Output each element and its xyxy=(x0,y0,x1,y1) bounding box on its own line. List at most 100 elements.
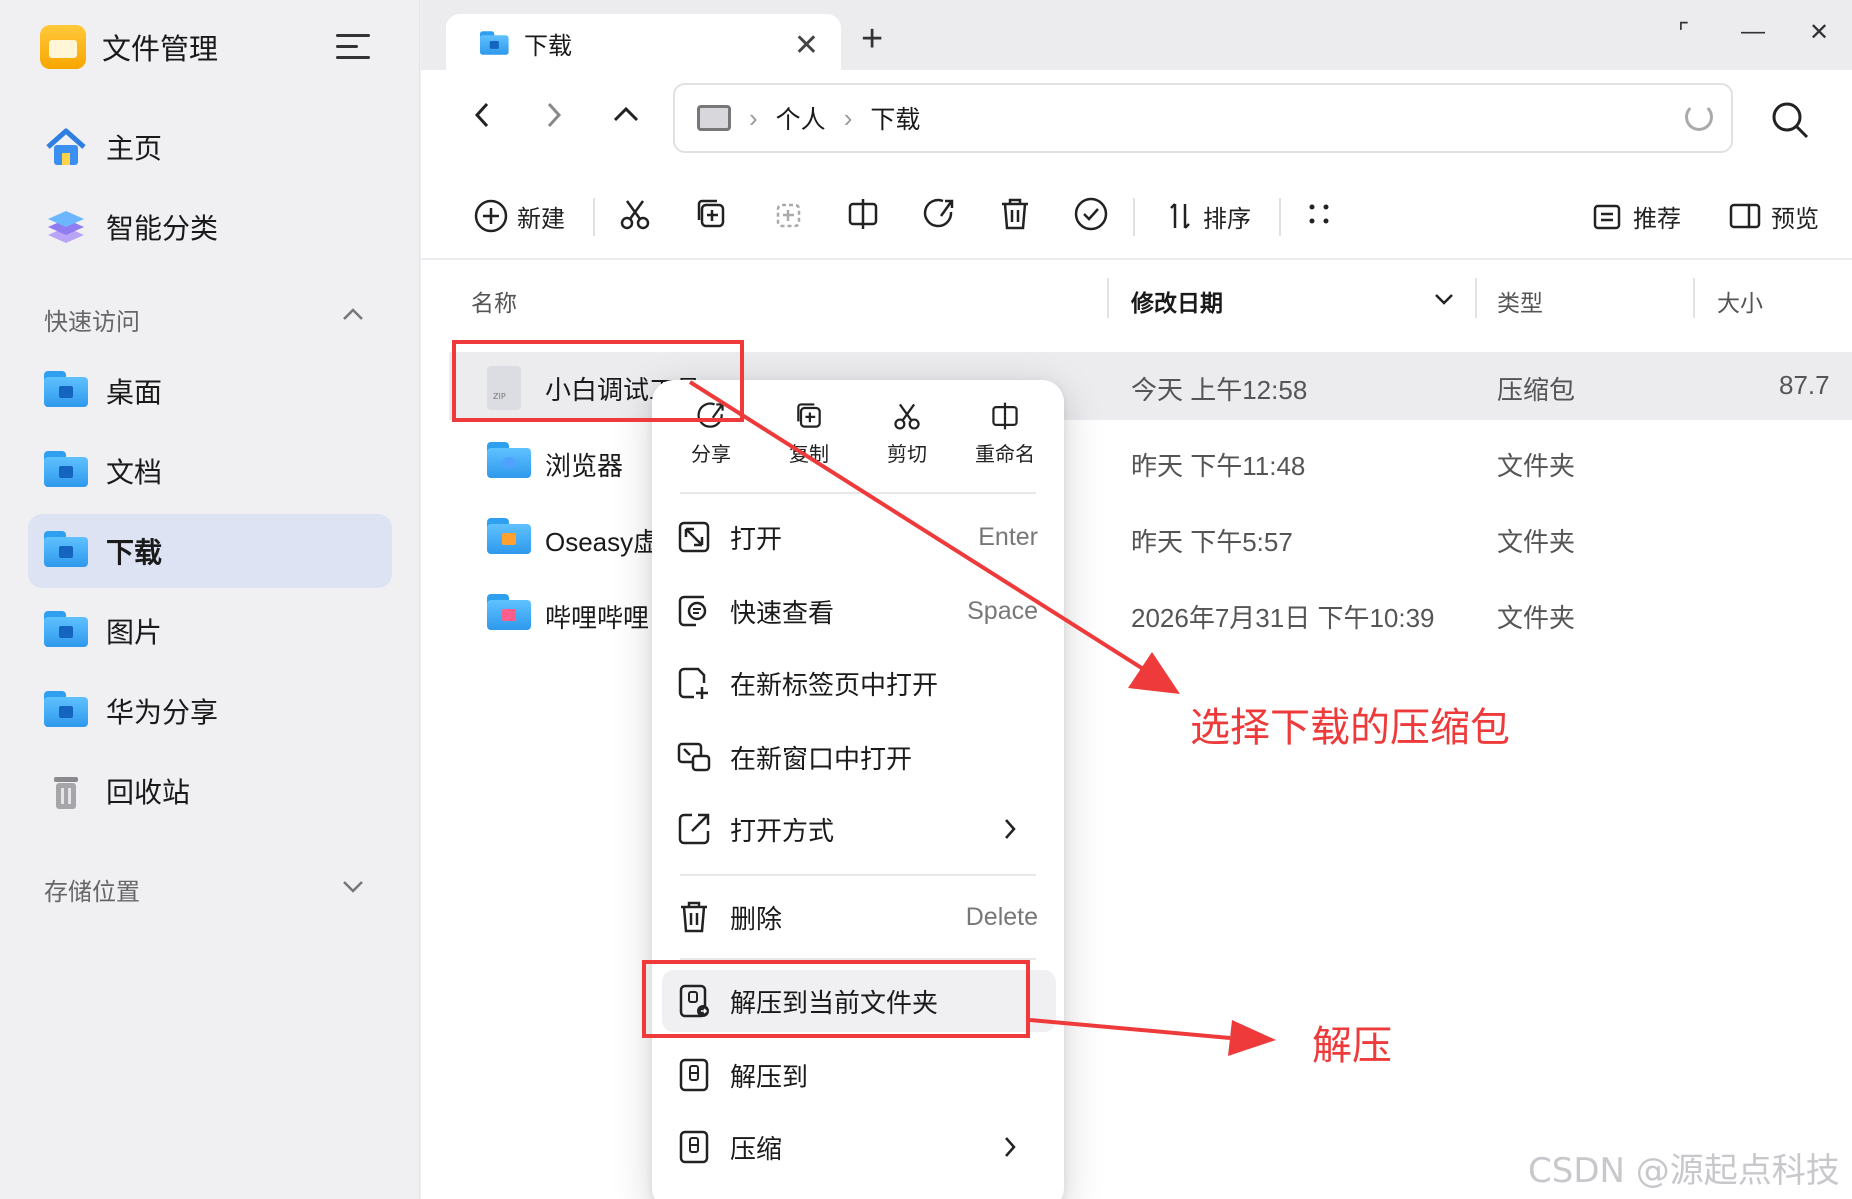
ctx-compress[interactable]: 压缩 xyxy=(676,1116,1046,1178)
ctx-open-with-label: 打开方式 xyxy=(730,815,835,846)
sidebar-item-smart[interactable]: 智能分类 xyxy=(28,190,392,264)
delete-icon xyxy=(681,901,707,933)
sidebar-item-downloads[interactable]: 下载 xyxy=(28,514,392,588)
new-tab-icon[interactable]: + xyxy=(861,18,883,61)
rename-icon xyxy=(992,402,1018,430)
downloads-folder-icon xyxy=(44,531,88,567)
ctx-rename-button[interactable]: 重命名 xyxy=(950,400,1060,467)
paste-icon[interactable] xyxy=(769,196,805,232)
sidebar-item-recycle-bin[interactable]: 回收站 xyxy=(28,754,392,828)
desktop-folder-icon xyxy=(44,371,88,407)
recommend-button[interactable]: 推荐 xyxy=(1589,196,1681,236)
file-date: 2026年7月31日 下午10:39 xyxy=(1131,603,1435,633)
downloads-folder-icon xyxy=(480,31,509,55)
file-type: 压缩包 xyxy=(1497,375,1576,405)
ctx-open-new-window[interactable]: 在新窗口中打开 xyxy=(676,726,1046,788)
ctx-rename-label: 重命名 xyxy=(975,444,1035,466)
toolbar: 新建 排序 推荐 预览 xyxy=(421,170,1852,260)
preview-label: 预览 xyxy=(1771,205,1819,233)
ctx-open[interactable]: 打开 Enter xyxy=(676,506,1046,568)
sidebar: 文件管理 主页 智能分类 快速访问 桌面 文档 下载 图片 华为分享 回收站 存… xyxy=(0,0,420,1199)
ctx-open-new-tab[interactable]: 在新标签页中打开 xyxy=(676,652,1046,714)
close-window-icon[interactable]: ✕ xyxy=(1809,18,1829,47)
ctx-quick-view-label: 快速查看 xyxy=(730,597,835,628)
ctx-cut-button[interactable]: 剪切 xyxy=(852,400,962,467)
sidebar-item-desktop[interactable]: 桌面 xyxy=(28,354,392,428)
ctx-delete-label: 删除 xyxy=(730,903,783,934)
close-tab-icon[interactable]: ✕ xyxy=(794,28,819,63)
address-bar[interactable]: › 个人 › 下载 xyxy=(673,83,1733,153)
new-tab-icon xyxy=(678,667,708,699)
trash-icon xyxy=(44,771,88,811)
search-icon[interactable] xyxy=(1768,98,1812,142)
recommend-label: 推荐 xyxy=(1633,205,1681,233)
ctx-open-new-tab-label: 在新标签页中打开 xyxy=(730,669,939,700)
breadcrumb-item[interactable]: 下载 xyxy=(870,100,920,136)
file-type: 文件夹 xyxy=(1497,603,1576,633)
file-type: 文件夹 xyxy=(1497,527,1576,557)
rename-icon[interactable] xyxy=(845,196,881,232)
compress-icon xyxy=(679,1130,709,1164)
restore-window-icon[interactable]: ⌜ xyxy=(1678,18,1689,47)
ctx-extract-to-label: 解压到 xyxy=(730,1061,809,1092)
refresh-icon[interactable] xyxy=(1685,103,1713,131)
annotation-box-zip xyxy=(452,340,744,422)
sidebar-item-home[interactable]: 主页 xyxy=(28,110,392,184)
copy-icon[interactable] xyxy=(693,196,729,232)
delete-icon[interactable] xyxy=(997,196,1033,232)
minimize-window-icon[interactable]: — xyxy=(1741,18,1765,46)
forward-icon[interactable] xyxy=(541,98,565,132)
new-button[interactable]: 新建 xyxy=(473,196,565,236)
open-with-icon xyxy=(678,813,710,845)
chevron-right-icon: › xyxy=(749,102,758,133)
column-name[interactable]: 名称 xyxy=(471,284,517,318)
column-type[interactable]: 类型 xyxy=(1497,284,1543,318)
sidebar-item-label: 华为分享 xyxy=(106,697,219,728)
file-date: 今天 上午12:58 xyxy=(1131,375,1308,405)
bilibili-folder-icon xyxy=(487,594,531,630)
file-manager-logo-icon xyxy=(40,25,86,69)
smart-category-icon xyxy=(44,207,88,247)
select-icon[interactable] xyxy=(1073,196,1109,232)
ctx-compress-label: 压缩 xyxy=(730,1133,783,1164)
file-type: 文件夹 xyxy=(1497,451,1576,481)
cut-icon[interactable] xyxy=(617,196,653,232)
ctx-copy-button[interactable]: 复制 xyxy=(754,400,864,467)
ctx-open-with[interactable]: 打开方式 xyxy=(676,798,1046,860)
tab-downloads[interactable]: 下载 ✕ xyxy=(446,14,841,72)
sidebar-item-label: 图片 xyxy=(106,617,163,648)
share-icon[interactable] xyxy=(921,196,957,232)
sidebar-item-pictures[interactable]: 图片 xyxy=(28,594,392,668)
up-icon[interactable] xyxy=(609,98,643,132)
ctx-extract-to[interactable]: 解压到 xyxy=(676,1044,1046,1106)
more-icon[interactable] xyxy=(1301,196,1337,232)
sidebar-item-documents[interactable]: 文档 xyxy=(28,434,392,508)
app-title-text: 文件管理 xyxy=(102,34,219,66)
quick-view-icon xyxy=(678,595,707,627)
ctx-delete[interactable]: 删除 Delete xyxy=(676,886,1046,948)
new-label: 新建 xyxy=(517,205,565,233)
file-date: 昨天 下午11:48 xyxy=(1131,451,1306,481)
sort-label: 排序 xyxy=(1203,205,1251,233)
quick-access-label: 快速访问 xyxy=(44,309,140,336)
sidebar-item-huawei-share[interactable]: 华为分享 xyxy=(28,674,392,748)
pictures-folder-icon xyxy=(44,611,88,647)
column-size[interactable]: 大小 xyxy=(1717,284,1763,318)
new-window-icon xyxy=(677,742,711,772)
sidebar-item-label: 智能分类 xyxy=(106,213,219,244)
chevron-down-icon[interactable] xyxy=(338,871,368,901)
cut-icon xyxy=(894,403,920,430)
recommend-icon xyxy=(1593,204,1621,230)
browser-folder-icon xyxy=(487,442,531,478)
back-icon[interactable] xyxy=(471,98,495,132)
ctx-quick-view[interactable]: 快速查看 Space xyxy=(676,580,1046,642)
preview-pane-icon xyxy=(1729,203,1761,229)
chevron-down-icon[interactable] xyxy=(1431,286,1457,312)
breadcrumb-item[interactable]: 个人 xyxy=(776,100,826,136)
preview-button[interactable]: 预览 xyxy=(1727,196,1819,236)
chevron-up-icon[interactable] xyxy=(338,300,368,330)
column-date[interactable]: 修改日期 xyxy=(1131,284,1223,318)
menu-toggle-icon[interactable] xyxy=(334,30,374,64)
file-date: 昨天 下午5:57 xyxy=(1131,527,1293,557)
sort-button[interactable]: 排序 xyxy=(1163,196,1251,236)
